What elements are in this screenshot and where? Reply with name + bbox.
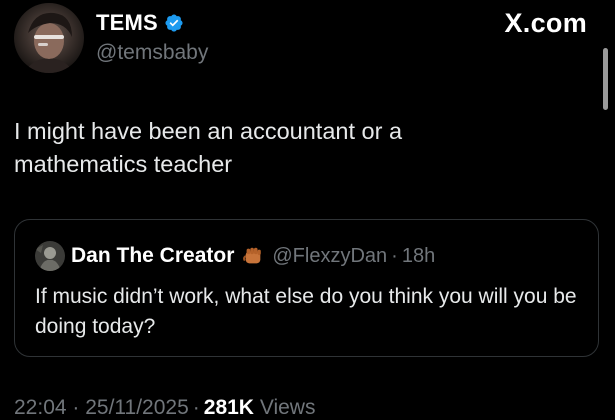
quoted-author-name[interactable]: Dan The Creator — [71, 244, 234, 268]
quoted-author-handle[interactable]: @FlexzyDan — [272, 245, 387, 268]
quoted-tweet-text: If music didn’t work, what else do you t… — [35, 285, 577, 338]
author-name-row[interactable]: TEMS — [96, 10, 184, 36]
author-display-name[interactable]: TEMS — [96, 10, 158, 36]
separator-dot: · — [391, 244, 398, 267]
quoted-tweet-time[interactable]: 18h — [402, 245, 435, 268]
views-count: 281K — [203, 396, 254, 419]
author-handle[interactable]: @temsbaby — [96, 41, 208, 65]
author-avatar[interactable] — [14, 3, 84, 73]
quoted-tweet-card[interactable]: Dan The Creator @FlexzyDan · 18h If musi… — [14, 219, 599, 357]
views-label: Views — [259, 396, 316, 419]
quoted-tweet-header: Dan The Creator @FlexzyDan · 18h — [35, 241, 435, 271]
quoted-avatar-photo — [35, 241, 65, 271]
tweet-text: I might have been an accountant or a mat… — [14, 118, 403, 177]
fist-emoji-icon — [242, 245, 264, 267]
separator-dot: · — [192, 396, 200, 419]
tweet-meta-row: 22:04 · 25/11/2025 · 281K Views — [14, 396, 315, 420]
avatar-photo — [14, 3, 84, 73]
verified-badge-icon — [165, 14, 183, 32]
tweet-timestamp[interactable]: 22:04 · 25/11/2025 — [14, 396, 189, 419]
scrollbar-thumb[interactable] — [603, 48, 608, 110]
source-logo: X.com — [504, 8, 587, 38]
quoted-author-avatar[interactable] — [35, 241, 65, 271]
